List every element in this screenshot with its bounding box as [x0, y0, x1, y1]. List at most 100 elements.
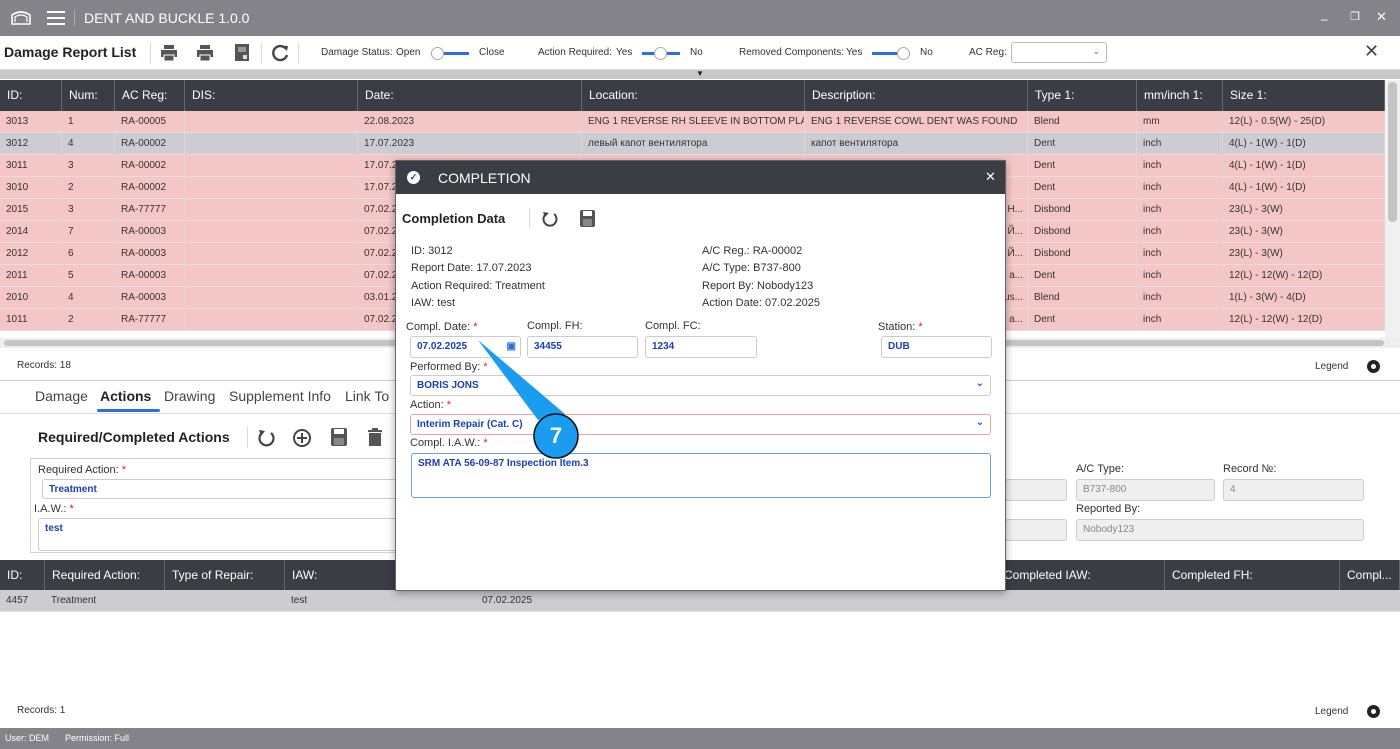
- cell-unit: inch: [1137, 133, 1223, 155]
- compl-iaw-textarea[interactable]: SRM ATA 56-09-87 Inspection Item.3: [411, 453, 991, 498]
- cell-size: 23(L) - 3(W): [1223, 243, 1385, 265]
- damage-status-toggle[interactable]: [431, 47, 469, 60]
- column-header[interactable]: Required Action:: [45, 560, 165, 591]
- cell-num: 1: [62, 111, 115, 133]
- info-id: ID: 3012: [411, 245, 453, 257]
- print-icon[interactable]: [160, 44, 178, 62]
- cell-dis: [185, 309, 358, 331]
- column-header-date[interactable]: Date:: [358, 80, 582, 111]
- tab-link-to[interactable]: Link To: [345, 388, 389, 404]
- cell-id: 2014: [0, 221, 62, 243]
- tab-actions[interactable]: Actions: [100, 388, 151, 404]
- cell-num: 3: [62, 199, 115, 221]
- compl-date-field[interactable]: 07.02.2025 ▣: [410, 336, 521, 358]
- column-header-size[interactable]: Size 1:: [1223, 80, 1385, 111]
- ac-type-label: A/C Type:: [1076, 463, 1125, 475]
- vertical-scrollbar[interactable]: [1385, 80, 1400, 338]
- readonly-field: [1005, 519, 1067, 541]
- restore-button[interactable]: ❐: [1350, 10, 1360, 23]
- tab-drawing[interactable]: Drawing: [164, 388, 215, 404]
- column-header-num[interactable]: Num:: [62, 80, 115, 111]
- tab-supplement-info[interactable]: Supplement Info: [229, 388, 331, 404]
- iaw-textarea[interactable]: test: [38, 518, 402, 551]
- trash-icon[interactable]: [367, 427, 383, 447]
- performed-by-select[interactable]: BORIS JONS ⌄: [410, 375, 991, 396]
- table-row[interactable]: 3012 4 RA-00002 17.07.2023 левый капот венти…: [0, 133, 1385, 155]
- iaw-label: I.A.W.: *: [34, 503, 74, 515]
- cell-description: капот вентилятора: [805, 133, 1028, 155]
- undo-icon[interactable]: [541, 210, 559, 228]
- station-field[interactable]: DUB: [881, 336, 992, 358]
- hamburger-menu-icon[interactable]: [47, 10, 65, 25]
- refresh-icon[interactable]: [270, 43, 290, 63]
- column-header[interactable]: Type of Repair:: [165, 560, 285, 591]
- column-header-description[interactable]: Description:: [805, 80, 1028, 111]
- cell-id: 3010: [0, 177, 62, 199]
- column-header-id[interactable]: ID:: [0, 80, 62, 111]
- undo-icon[interactable]: [256, 428, 276, 448]
- cell-type: Dent: [1028, 309, 1137, 331]
- removed-components-toggle[interactable]: [872, 47, 910, 60]
- export-excel-icon[interactable]: [234, 43, 250, 62]
- table-row[interactable]: 4457 Treatment test 07.02.2025: [0, 590, 1400, 612]
- section-title: Required/Completed Actions: [38, 429, 230, 445]
- ac-type-field: B737-800: [1076, 479, 1215, 501]
- dialog-title-bar: ✓ COMPLETION ✕: [396, 161, 1005, 194]
- tab-damage[interactable]: Damage: [35, 388, 88, 404]
- action-required-toggle[interactable]: [642, 47, 680, 60]
- add-circle-icon[interactable]: [292, 428, 312, 448]
- cell-num: 6: [62, 243, 115, 265]
- app-logo-icon: [11, 11, 31, 25]
- column-header[interactable]: Compl...: [1340, 560, 1400, 591]
- dialog-close-button[interactable]: ✕: [985, 169, 996, 185]
- splitter[interactable]: ▼: [0, 69, 1400, 79]
- column-header-unit[interactable]: mm/inch 1:: [1137, 80, 1223, 111]
- legend-label[interactable]: Legend: [1315, 706, 1348, 717]
- damage-status-close: Close: [479, 47, 505, 58]
- save-icon[interactable]: [330, 427, 348, 447]
- calendar-icon[interactable]: ▣: [507, 337, 516, 357]
- cell-dis: [185, 221, 358, 243]
- table-row[interactable]: 3013 1 RA-00005 22.08.2023 ENG 1 REVERSE RH …: [0, 111, 1385, 133]
- cell-ac-reg: RA-00002: [115, 177, 185, 199]
- column-header-ac-reg[interactable]: AC Reg:: [115, 80, 185, 111]
- cell-id: 2015: [0, 199, 62, 221]
- save-icon[interactable]: [579, 209, 596, 228]
- close-window-button[interactable]: ✕: [1376, 9, 1387, 25]
- info-action-date: Action Date: 07.02.2025: [702, 297, 821, 309]
- action-select[interactable]: Interim Repair (Cat. C) ⌄: [410, 414, 991, 435]
- collapse-arrow-icon[interactable]: ▼: [696, 69, 704, 78]
- column-header[interactable]: Completed FH:: [1165, 560, 1340, 591]
- damage-status-label: Damage Status:: [321, 47, 393, 58]
- cell-unit: inch: [1137, 309, 1223, 331]
- ac-reg-select[interactable]: ⌄: [1011, 42, 1107, 63]
- eye-icon[interactable]: [1367, 705, 1380, 718]
- column-header[interactable]: ID:: [0, 560, 45, 591]
- damage-table-header: ID: Num: AC Reg: DIS: Date: Location: Descript…: [0, 80, 1385, 111]
- column-header-location[interactable]: Location:: [582, 80, 805, 111]
- print-preview-icon[interactable]: [196, 44, 214, 62]
- compl-fh-field[interactable]: 34455: [527, 336, 638, 358]
- info-action-required: Action Required: Treatment: [411, 280, 545, 292]
- cell-unit: inch: [1137, 265, 1223, 287]
- compl-fc-field[interactable]: 1234: [645, 336, 757, 358]
- status-bar: User: DEM Permission: Full: [0, 728, 1400, 749]
- minimize-button[interactable]: –: [1321, 12, 1328, 26]
- cell-type: Disbond: [1028, 221, 1137, 243]
- legend-label[interactable]: Legend: [1315, 361, 1348, 372]
- cell-dis: [185, 199, 358, 221]
- info-iaw: IAW: test: [411, 297, 456, 309]
- cell-size: 12(L) - 12(W) - 12(D): [1223, 265, 1385, 287]
- close-button[interactable]: ✕: [1364, 41, 1379, 62]
- cell-type: Blend: [1028, 287, 1137, 309]
- cell-num: 5: [62, 265, 115, 287]
- column-header-dis[interactable]: DIS:: [185, 80, 358, 111]
- required-action-field[interactable]: Treatment: [42, 479, 402, 499]
- action-label: Action: *: [410, 399, 451, 411]
- column-header[interactable]: Completed IAW:: [992, 560, 1165, 591]
- eye-icon[interactable]: [1367, 360, 1380, 373]
- column-header-type[interactable]: Type 1:: [1028, 80, 1137, 111]
- cell-ac-reg: RA-77777: [115, 199, 185, 221]
- cell-location: ENG 1 REVERSE RH SLEEVE IN BOTTOM PLACE.…: [582, 111, 805, 133]
- cell-ac-reg: RA-00005: [115, 111, 185, 133]
